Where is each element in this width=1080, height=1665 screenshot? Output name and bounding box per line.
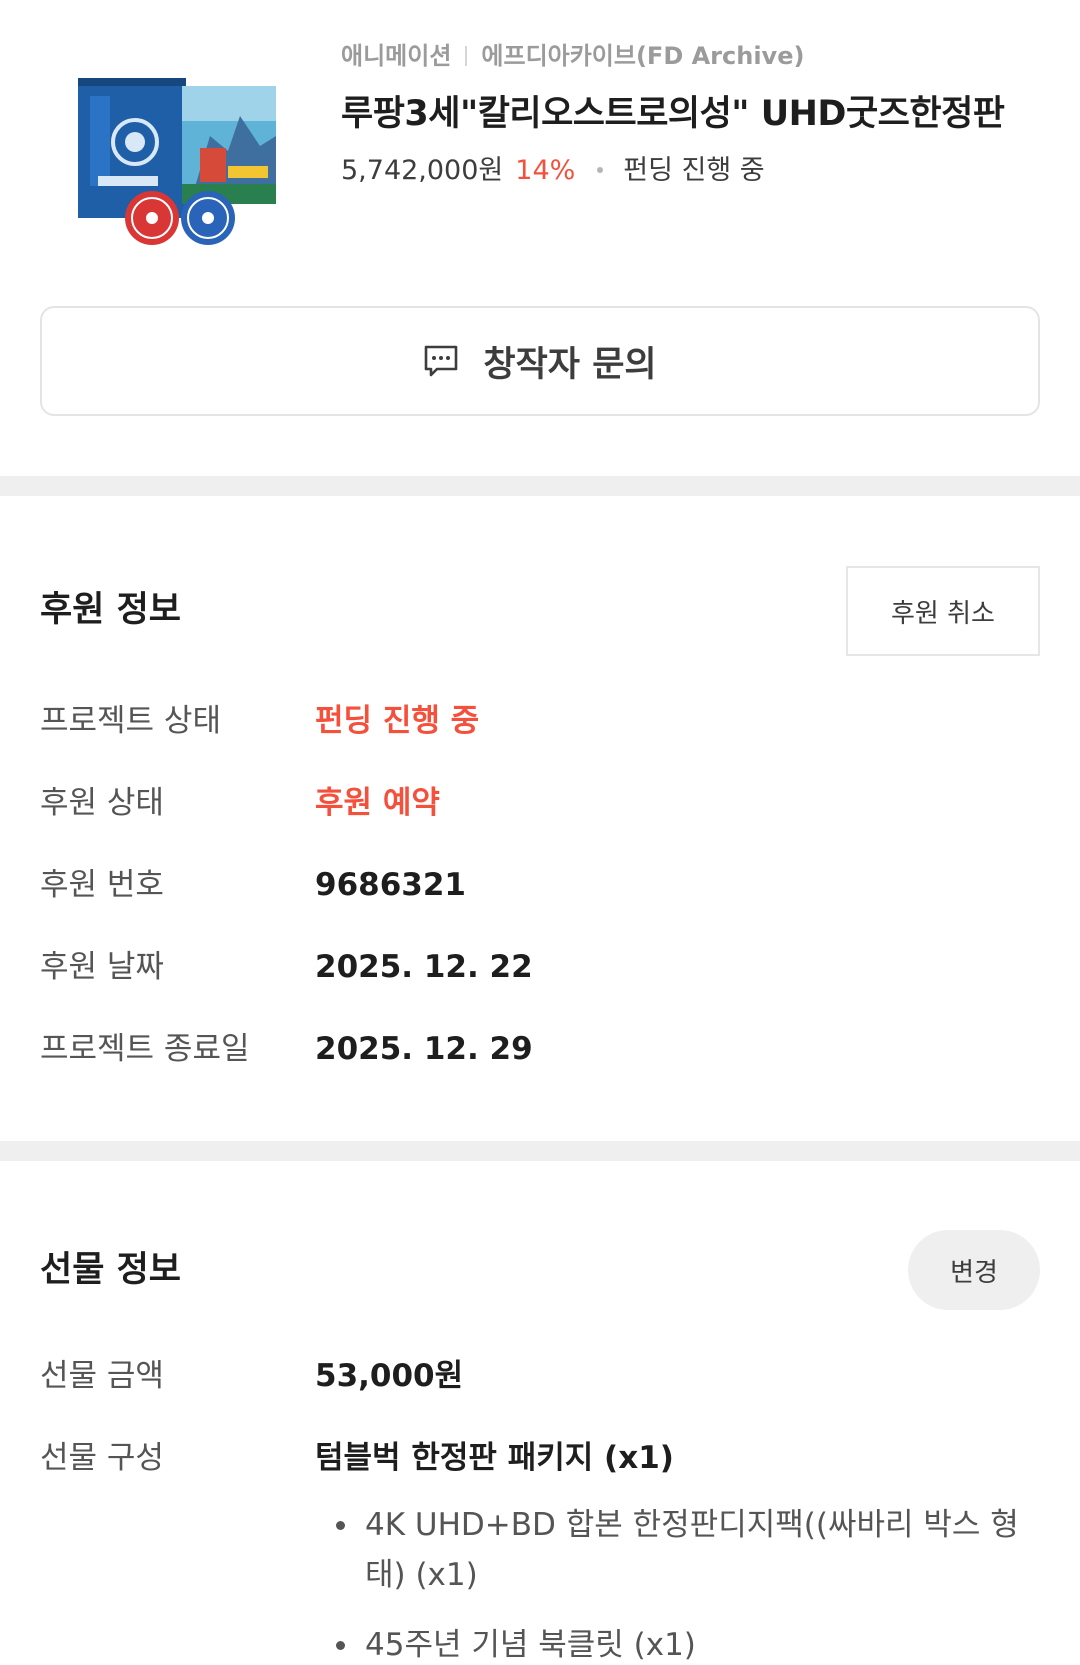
chat-bubble-icon — [425, 345, 458, 377]
funding-stats: 5,742,000원 14% 펀딩 진행 중 — [341, 151, 1041, 191]
project-title[interactable]: 루팡3세"칼리오스트로의성" UHD굿즈한정판 — [341, 86, 1041, 143]
info-row-gift-composition: 선물 구성 텀블벅 한정판 패키지 (x1) — [40, 1433, 1040, 1483]
info-label: 선물 금액 — [40, 1358, 164, 1394]
gift-amount-value: 53,000원 — [315, 1358, 464, 1394]
info-row-end-date: 프로젝트 종료일 2025. 12. 29 — [40, 1024, 1040, 1074]
funding-amount: 5,742,000원 — [341, 155, 504, 186]
support-date-value: 2025. 12. 22 — [315, 949, 533, 985]
info-label: 후원 번호 — [40, 867, 164, 903]
info-label: 후원 상태 — [40, 785, 164, 821]
funding-status: 펀딩 진행 중 — [623, 155, 765, 186]
breadcrumb-divider — [465, 46, 468, 66]
support-info-title: 후원 정보 — [40, 590, 181, 630]
gift-info-title: 선물 정보 — [40, 1250, 181, 1290]
info-label: 프로젝트 상태 — [40, 703, 221, 739]
gift-package-value: 텀블벅 한정판 패키지 (x1) — [315, 1440, 674, 1476]
product-info: 애니메이션 에프디아카이브(FD Archive) 루팡3세"칼리오스트로의성" … — [341, 38, 1041, 191]
gift-item: 45주년 기념 북클릿 (x1) — [315, 1620, 1035, 1665]
separator-dot — [597, 167, 604, 173]
creator-inquiry-label: 창작자 문의 — [483, 344, 657, 385]
info-row-project-status: 프로젝트 상태 펀딩 진행 중 — [40, 696, 1040, 746]
section-divider — [0, 476, 1080, 496]
change-gift-button[interactable]: 변경 — [908, 1230, 1040, 1310]
info-row-support-status: 후원 상태 후원 예약 — [40, 778, 1040, 828]
section-divider — [0, 1141, 1080, 1161]
breadcrumb: 애니메이션 에프디아카이브(FD Archive) — [341, 38, 1041, 74]
cancel-support-button[interactable]: 후원 취소 — [846, 566, 1040, 656]
project-summary[interactable]: 애니메이션 에프디아카이브(FD Archive) 루팡3세"칼리오스트로의성" … — [40, 38, 1040, 278]
creator-inquiry-button[interactable]: 창작자 문의 — [40, 306, 1040, 416]
info-row-support-number: 후원 번호 9686321 — [40, 860, 1040, 910]
project-status-value: 펀딩 진행 중 — [315, 703, 480, 739]
category-label[interactable]: 애니메이션 — [341, 42, 451, 70]
info-row-gift-amount: 선물 금액 53,000원 — [40, 1351, 1040, 1401]
gift-item: 4K UHD+BD 합본 한정판디지팩((싸바리 박스 형태) (x1) — [315, 1500, 1035, 1600]
creator-label[interactable]: 에프디아카이브(FD Archive) — [481, 42, 804, 70]
product-image — [78, 78, 276, 245]
support-number-value: 9686321 — [315, 867, 466, 903]
info-label: 선물 구성 — [40, 1440, 164, 1476]
end-date-value: 2025. 12. 29 — [315, 1031, 533, 1067]
info-label: 후원 날짜 — [40, 949, 164, 985]
funding-rate: 14% — [515, 155, 576, 186]
gift-item-list: 4K UHD+BD 합본 한정판디지팩((싸바리 박스 형태) (x1) 45주… — [315, 1500, 1035, 1665]
info-label: 프로젝트 종료일 — [40, 1031, 250, 1067]
info-row-support-date: 후원 날짜 2025. 12. 22 — [40, 942, 1040, 992]
support-status-value: 후원 예약 — [315, 785, 440, 821]
